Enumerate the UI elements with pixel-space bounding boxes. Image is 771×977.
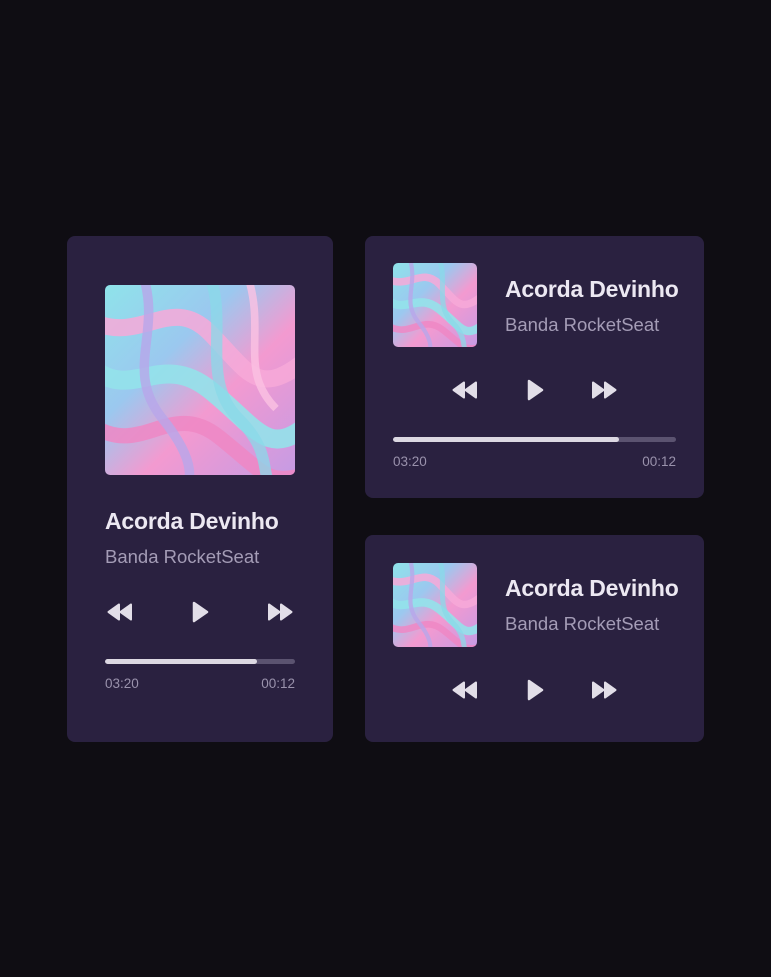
fast-forward-icon (592, 381, 617, 399)
progress-bar[interactable] (105, 659, 295, 664)
time-elapsed: 03:20 (105, 676, 139, 691)
next-button[interactable] (265, 600, 295, 624)
time-elapsed: 03:20 (393, 454, 427, 469)
progress-bar[interactable] (393, 437, 676, 442)
next-button[interactable] (589, 678, 619, 702)
progress-bar-fill (393, 437, 620, 442)
album-cover (393, 563, 477, 647)
play-icon (192, 601, 209, 623)
album-cover (105, 285, 295, 475)
music-player-card-mini: Acorda Devinho Banda RocketSeat (365, 535, 704, 742)
song-title: Acorda Devinho (505, 575, 679, 601)
rewind-icon (452, 681, 477, 699)
progress-bar-fill (105, 659, 257, 664)
artist-name: Banda RocketSeat (505, 613, 660, 634)
previous-button[interactable] (105, 600, 135, 624)
play-button[interactable] (189, 598, 211, 626)
song-title: Acorda Devinho (105, 508, 279, 534)
rewind-icon (107, 603, 132, 621)
rewind-icon (452, 381, 477, 399)
play-icon (527, 679, 544, 701)
play-icon (527, 379, 544, 401)
next-button[interactable] (589, 378, 619, 402)
play-button[interactable] (524, 376, 546, 404)
album-cover-art (105, 285, 295, 475)
music-player-card-compact: Acorda Devinho Banda RocketSeat 03:20 00… (365, 236, 704, 498)
artist-name: Banda RocketSeat (105, 546, 260, 567)
time-remaining: 00:12 (261, 676, 295, 691)
song-title: Acorda Devinho (505, 276, 679, 302)
music-player-card-large: Acorda Devinho Banda RocketSeat 03:20 00… (67, 236, 333, 742)
fast-forward-icon (592, 681, 617, 699)
time-remaining: 00:12 (642, 454, 676, 469)
previous-button[interactable] (450, 378, 480, 402)
artist-name: Banda RocketSeat (505, 314, 660, 335)
album-cover-art (393, 563, 477, 647)
album-cover-art (393, 263, 477, 347)
previous-button[interactable] (450, 678, 480, 702)
fast-forward-icon (268, 603, 293, 621)
play-button[interactable] (524, 676, 546, 704)
album-cover (393, 263, 477, 347)
